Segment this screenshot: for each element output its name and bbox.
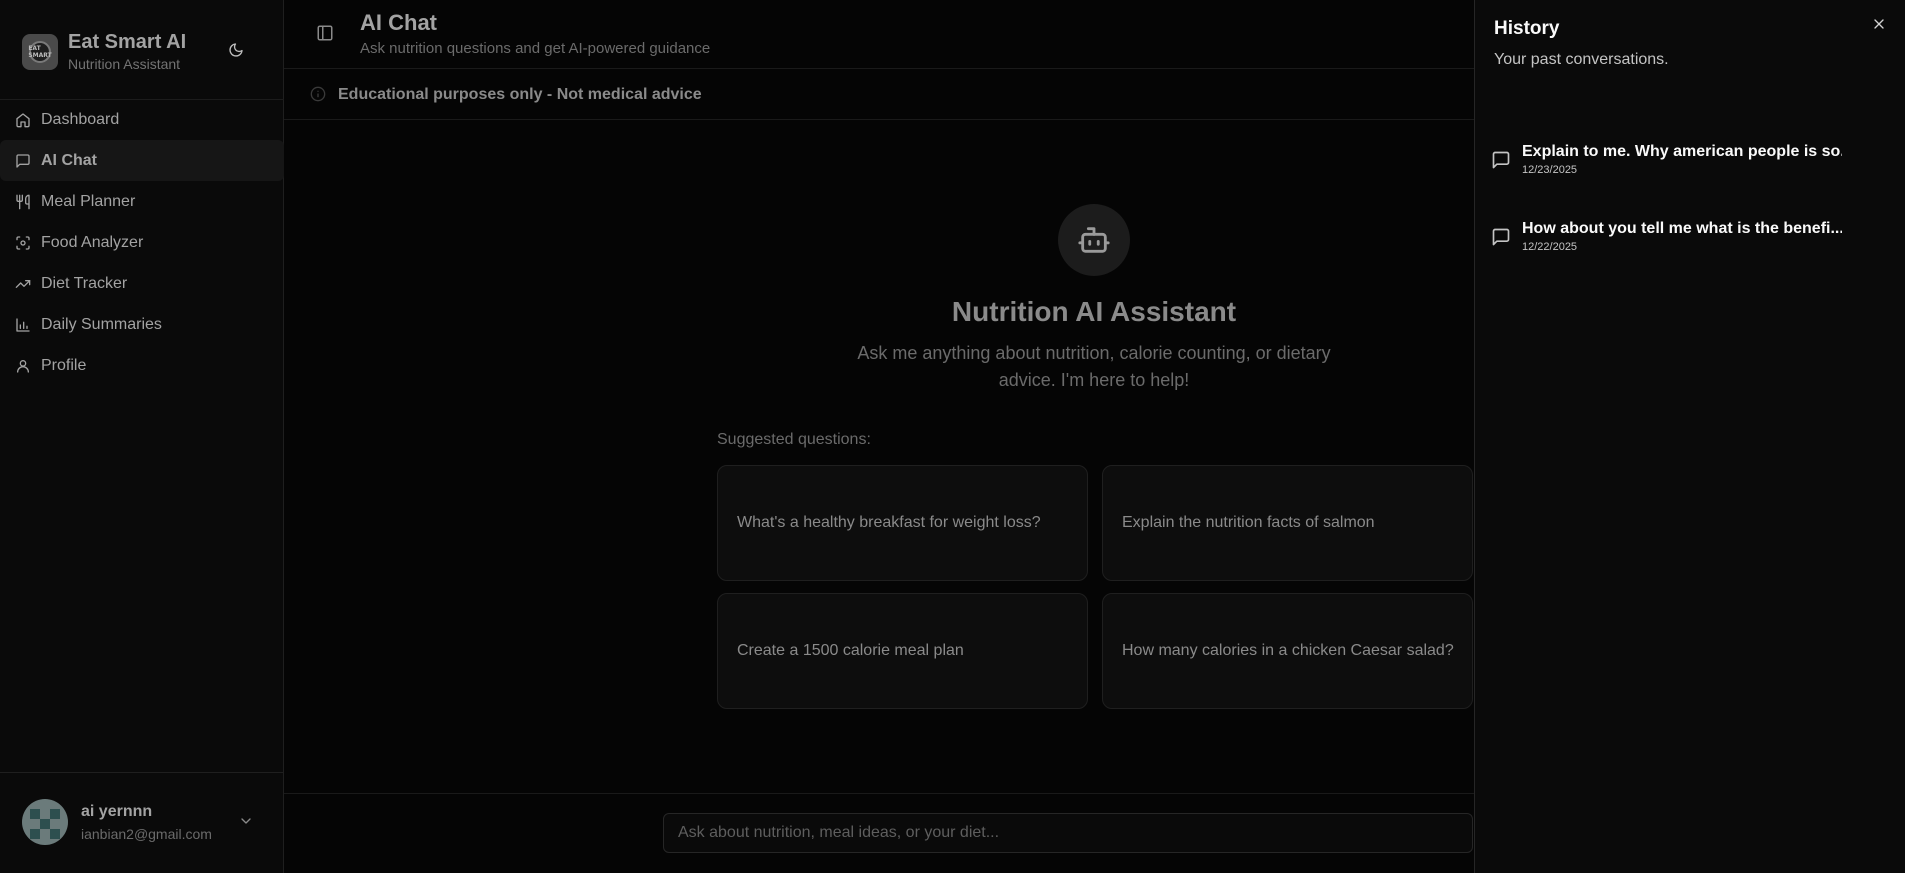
page-subtitle: Ask nutrition questions and get AI-power… xyxy=(360,40,711,57)
page-title: AI Chat xyxy=(360,10,437,35)
brand-logo: EAT SMART xyxy=(22,33,58,70)
sidebar: EAT SMART Eat Smart AI Nutrition Assista… xyxy=(0,0,284,873)
history-item-date: 12/23/2025 xyxy=(1522,164,1578,176)
sidebar-item-label: AI Chat xyxy=(41,151,97,169)
chevron-down-icon xyxy=(241,818,251,824)
sidebar-item-profile[interactable]: Profile xyxy=(0,345,284,386)
moon-icon xyxy=(229,43,243,57)
panel-left-icon xyxy=(317,25,333,41)
brand-title: Eat Smart AI xyxy=(68,31,187,53)
bot-icon xyxy=(1078,227,1110,253)
sidebar-item-label: Meal Planner xyxy=(41,192,136,210)
user-menu-chevron[interactable] xyxy=(238,813,258,833)
history-item-title: Explain to me. Why american people is so… xyxy=(1522,143,1842,160)
history-item[interactable]: How about you tell me what is the benefi… xyxy=(1489,217,1889,275)
page-header: AI Chat Ask nutrition questions and get … xyxy=(284,0,1474,69)
theme-toggle-button[interactable] xyxy=(224,38,248,62)
close-icon xyxy=(1874,19,1884,29)
sidebar-item-diet-tracker[interactable]: Diet Tracker xyxy=(0,263,284,304)
history-item-date: 12/22/2025 xyxy=(1522,241,1578,253)
suggestion-card[interactable]: Create a 1500 calorie meal plan xyxy=(717,593,1088,709)
sidebar-item-label: Profile xyxy=(41,356,87,374)
history-item-title: How about you tell me what is the benefi… xyxy=(1522,220,1842,237)
close-history-button[interactable] xyxy=(1871,16,1887,32)
disclaimer-text: Educational purposes only - Not medical … xyxy=(338,86,702,103)
trending-up-icon xyxy=(15,279,31,288)
history-title: History xyxy=(1494,18,1560,39)
composer xyxy=(284,793,1474,873)
suggestion-card[interactable]: Explain the nutrition facts of salmon xyxy=(1102,465,1473,581)
suggestion-card[interactable]: What's a healthy breakfast for weight lo… xyxy=(717,465,1088,581)
user-menu[interactable]: ai yernnn ianbian2@gmail.com xyxy=(0,772,284,873)
history-subtitle: Your past conversations. xyxy=(1494,51,1669,68)
sidebar-item-food-analyzer[interactable]: Food Analyzer xyxy=(0,222,284,263)
user-icon xyxy=(17,359,29,373)
home-icon xyxy=(16,112,30,127)
bar-chart-icon xyxy=(16,317,30,332)
assistant-avatar xyxy=(1058,204,1130,276)
message-square-icon xyxy=(1492,151,1510,169)
brand-subtitle: Nutrition Assistant xyxy=(68,56,181,72)
utensils-icon xyxy=(16,194,30,209)
history-item[interactable]: Explain to me. Why american people is so… xyxy=(1489,140,1889,198)
main-panel: AI Chat Ask nutrition questions and get … xyxy=(284,0,1474,873)
scan-icon xyxy=(16,235,30,250)
user-email: ianbian2@gmail.com xyxy=(81,826,212,842)
brand[interactable]: EAT SMART Eat Smart AI Nutrition Assista… xyxy=(22,30,186,73)
info-icon xyxy=(310,86,326,102)
message-square-icon xyxy=(16,153,30,168)
sidebar-item-label: Dashboard xyxy=(41,110,120,128)
suggested-questions-label: Suggested questions: xyxy=(717,431,871,448)
disclaimer-banner: Educational purposes only - Not medical … xyxy=(284,69,1474,120)
avatar xyxy=(22,799,68,845)
sidebar-item-dashboard[interactable]: Dashboard xyxy=(0,99,284,140)
message-square-icon xyxy=(1492,228,1510,246)
sidebar-toggle-button[interactable] xyxy=(316,24,334,42)
empty-state-description: Ask me anything about nutrition, calorie… xyxy=(857,343,1331,390)
logo-mark: EAT SMART xyxy=(28,40,52,63)
sidebar-item-daily-summaries[interactable]: Daily Summaries xyxy=(0,304,284,345)
user-name: ai yernnn xyxy=(81,803,153,820)
suggestion-card[interactable]: How many calories in a chicken Caesar sa… xyxy=(1102,593,1473,709)
sidebar-item-label: Food Analyzer xyxy=(41,233,144,251)
chat-input[interactable] xyxy=(663,813,1473,853)
sidebar-item-label: Diet Tracker xyxy=(41,274,128,292)
empty-state-title: Nutrition AI Assistant xyxy=(951,296,1237,327)
sidebar-item-ai-chat[interactable]: AI Chat xyxy=(0,140,284,181)
sidebar-item-label: Daily Summaries xyxy=(41,315,162,333)
history-drawer: History Your past conversations. Explain… xyxy=(1474,0,1905,873)
sidebar-item-meal-planner[interactable]: Meal Planner xyxy=(0,181,284,222)
sidebar-nav: Dashboard AI Chat Meal Planner Food Anal… xyxy=(0,99,284,386)
